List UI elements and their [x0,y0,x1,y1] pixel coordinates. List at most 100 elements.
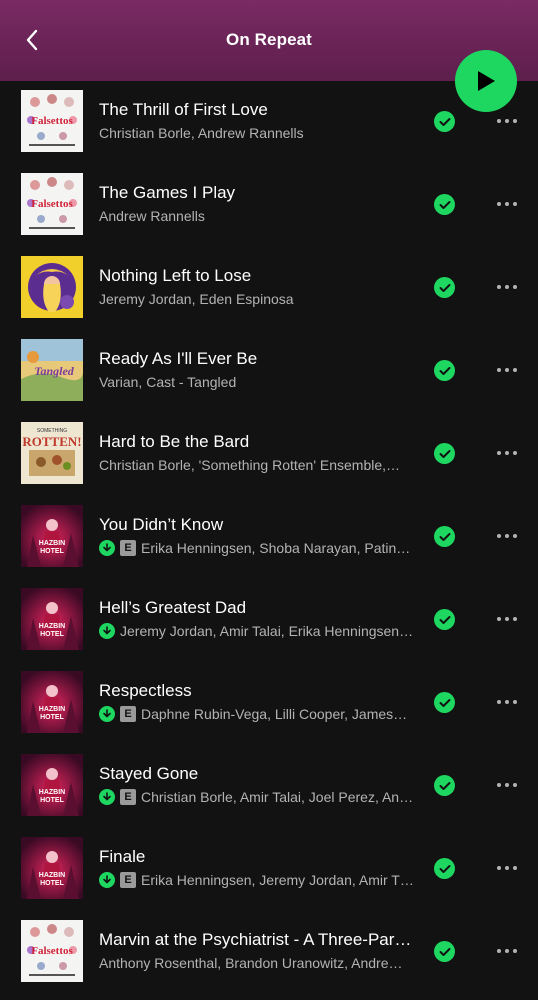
dot [497,866,501,870]
liked-check-button[interactable] [434,277,455,298]
track-title: Hard to Be the Bard [99,432,250,451]
track-title: The Thrill of First Love [99,100,268,119]
album-art: Falsettos [21,920,83,982]
track-title: Respectless [99,681,192,700]
check-icon [439,200,450,209]
liked-check-button[interactable] [434,360,455,381]
dot [505,866,509,870]
explicit-badge: E [120,540,136,556]
more-options-button[interactable] [492,525,522,547]
check-icon [439,947,450,956]
track-artists: Erika Henningsen, Jeremy Jordan, Amir T… [141,872,414,888]
liked-check-button[interactable] [434,443,455,464]
dot [505,949,509,953]
track-row[interactable]: Tangled Ready As I'll Ever Be Varian, Ca… [0,330,538,413]
album-art: Falsettos [21,173,83,235]
dot [505,783,509,787]
track-row[interactable]: Nothing Left to Lose Jeremy Jordan, Eden… [0,247,538,330]
album-art: HAZBIN HOTEL [21,588,83,650]
check-icon [439,117,450,126]
track-row[interactable]: Falsettos Marvin at the Psychiatrist - A… [0,911,538,994]
track-row[interactable]: HAZBIN HOTEL Hell’s Greatest Dad Jeremy … [0,579,538,662]
liked-check-button[interactable] [434,775,455,796]
liked-check-button[interactable] [434,609,455,630]
dot [505,534,509,538]
downloaded-icon [99,623,115,639]
svg-text:Tangled: Tangled [34,364,75,378]
dot [497,700,501,704]
downloaded-icon [99,872,115,888]
track-row[interactable]: Falsettos The Games I Play Andrew Rannel… [0,164,538,247]
liked-check-button[interactable] [434,858,455,879]
liked-check-button[interactable] [434,194,455,215]
svg-text:HOTEL: HOTEL [40,797,64,804]
dot [505,119,509,123]
dot [513,617,517,621]
check-icon [439,864,450,873]
more-options-button[interactable] [492,110,522,132]
track-title: Finale [99,847,146,866]
check-icon [439,366,450,375]
liked-check-button[interactable] [434,941,455,962]
more-options-button[interactable] [492,359,522,381]
track-artists: Varian, Cast - Tangled [99,374,237,390]
svg-text:Falsettos: Falsettos [31,115,73,127]
dot [505,285,509,289]
liked-check-button[interactable] [434,526,455,547]
explicit-badge: E [120,789,136,805]
dot [513,700,517,704]
track-row[interactable]: HAZBIN HOTEL Respectless E Daphne Rubin-V… [0,662,538,745]
more-options-button[interactable] [492,857,522,879]
track-title: Ready As I'll Ever Be [99,349,258,368]
svg-text:HOTEL: HOTEL [40,548,64,555]
dot [505,202,509,206]
check-icon [439,698,450,707]
track-row[interactable]: SOMETHING ROTTEN! Hard to Be the Bard Ch… [0,413,538,496]
album-art: HAZBIN HOTEL [21,837,83,899]
album-art: Tangled [21,339,83,401]
svg-text:HAZBIN: HAZBIN [39,789,65,796]
dot [513,949,517,953]
svg-text:HAZBIN: HAZBIN [39,540,65,547]
svg-text:Falsettos: Falsettos [31,945,73,957]
play-icon [478,71,495,91]
album-art [21,256,83,318]
more-options-button[interactable] [492,691,522,713]
more-options-button[interactable] [492,276,522,298]
track-row[interactable]: HAZBIN HOTEL Finale E Erika Henningsen, J… [0,828,538,911]
dot [497,119,501,123]
dot [513,534,517,538]
dot [497,617,501,621]
album-art: HAZBIN HOTEL [21,671,83,733]
track-row[interactable]: HAZBIN HOTEL Stayed Gone E Christian Borl… [0,745,538,828]
check-icon [439,532,450,541]
album-art: Falsettos [21,90,83,152]
liked-check-button[interactable] [434,692,455,713]
track-row[interactable]: HAZBIN HOTEL You Didn’t Know E Erika Henn… [0,496,538,579]
more-options-button[interactable] [492,193,522,215]
more-options-button[interactable] [492,442,522,464]
liked-check-button[interactable] [434,111,455,132]
downloaded-icon [99,789,115,805]
downloaded-icon [99,706,115,722]
more-options-button[interactable] [492,774,522,796]
dot [513,202,517,206]
svg-text:HAZBIN: HAZBIN [39,623,65,630]
track-artists: Christian Borle, 'Something Rotten' Ense… [99,457,401,473]
dot [505,368,509,372]
more-options-button[interactable] [492,940,522,962]
track-title: Nothing Left to Lose [99,266,252,285]
dot [497,783,501,787]
more-options-button[interactable] [492,608,522,630]
svg-text:HAZBIN: HAZBIN [39,872,65,879]
track-list: Falsettos The Thrill of First Love Chris… [0,81,538,994]
downloaded-icon [99,540,115,556]
dot [505,617,509,621]
play-button[interactable] [455,50,517,112]
dot [513,451,517,455]
svg-text:HAZBIN: HAZBIN [39,706,65,713]
svg-text:HOTEL: HOTEL [40,631,64,638]
svg-text:HOTEL: HOTEL [40,880,64,887]
check-icon [439,449,450,458]
track-artists: Christian Borle, Andrew Rannells [99,125,304,141]
